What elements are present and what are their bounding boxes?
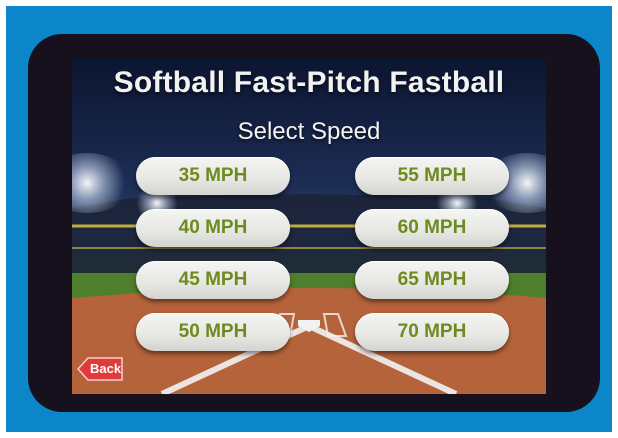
page-title: Softball Fast-Pitch Fastball [113,66,505,99]
back-button[interactable]: Back [76,356,124,382]
speed-50-button[interactable]: 50 MPH [136,313,290,351]
speed-60-button[interactable]: 60 MPH [355,209,509,247]
page-subtitle: Select Speed [237,118,381,145]
speed-70-button[interactable]: 70 MPH [355,313,509,351]
speed-45-button[interactable]: 45 MPH [136,261,290,299]
speed-40-button[interactable]: 40 MPH [136,209,290,247]
speed-65-button[interactable]: 65 MPH [355,261,509,299]
speed-35-button[interactable]: 35 MPH [136,157,290,195]
back-button-label: Back [90,361,122,376]
speed-55-button[interactable]: 55 MPH [355,157,509,195]
app-screen: Softball Fast-Pitch Fastball Select Spee… [72,58,546,394]
